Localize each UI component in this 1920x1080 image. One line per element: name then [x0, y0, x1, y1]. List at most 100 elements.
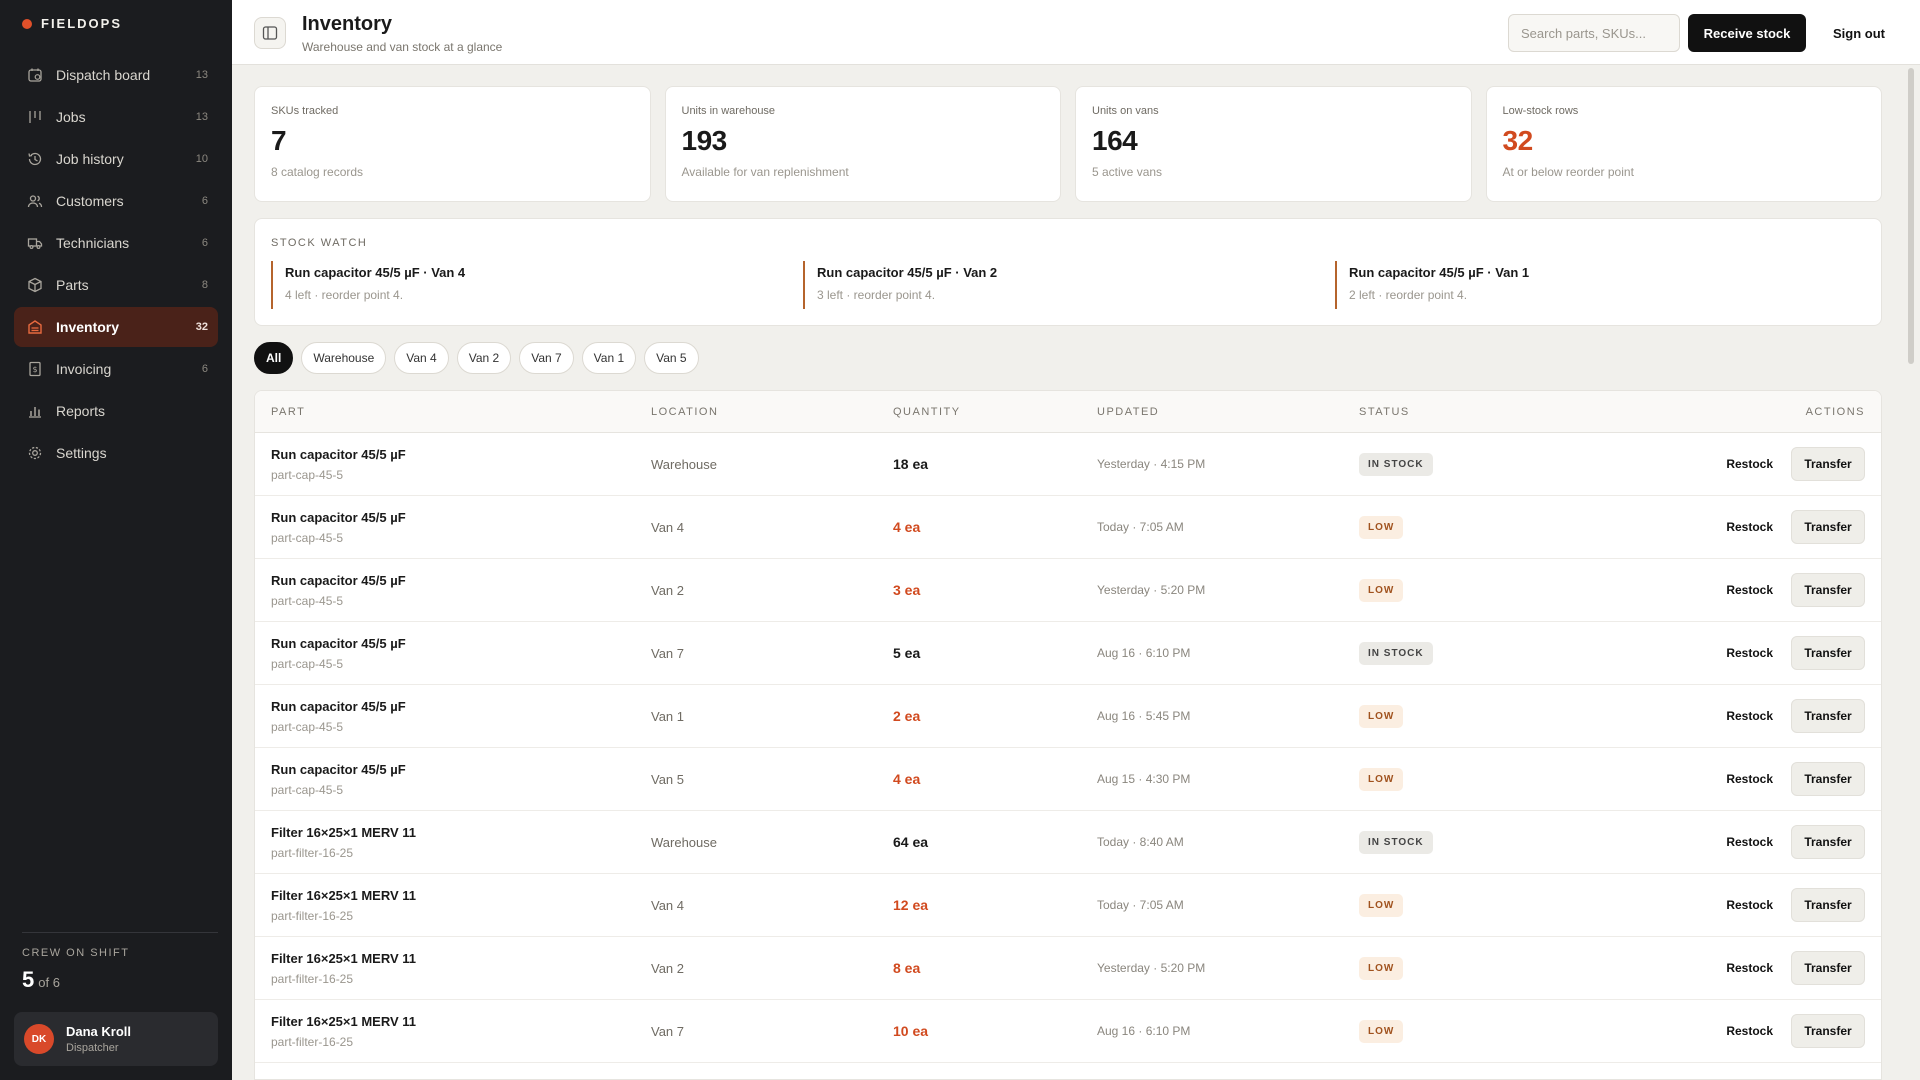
customers-icon: [26, 192, 44, 210]
search-input[interactable]: [1508, 14, 1680, 52]
transfer-button[interactable]: Transfer: [1791, 1014, 1865, 1048]
actions-cell: Restock Transfer: [1609, 510, 1881, 544]
updated-cell: Today · 8:40 AM: [1097, 835, 1184, 849]
column-header-status[interactable]: STATUS: [1359, 406, 1609, 418]
restock-button[interactable]: Restock: [1716, 447, 1783, 481]
sidebar-item-invoicing[interactable]: $ Invoicing 6: [14, 349, 218, 389]
restock-button[interactable]: Restock: [1716, 762, 1783, 796]
table-row[interactable]: Filter 16×25×1 MERV 11 part-filter-16-25 V…: [255, 937, 1881, 1000]
stock-watch-item[interactable]: Run capacitor 45/5 µF · Van 1 2 left · re…: [1335, 261, 1851, 309]
status-cell: IN STOCK: [1359, 641, 1609, 665]
table-row[interactable]: Filter 16×25×1 MERV 11 part-filter-16-25 W…: [255, 811, 1881, 874]
sidebar-toggle-button[interactable]: [254, 17, 286, 49]
sidebar-item-jobs[interactable]: Jobs 13: [14, 97, 218, 137]
stock-watch-item-note: 3 left · reorder point 4.: [817, 288, 936, 302]
filter-chip-van-4[interactable]: Van 4: [394, 342, 449, 374]
table-row[interactable]: Run capacitor 45/5 µF part-cap-45-5 Van 2 3…: [255, 559, 1881, 622]
restock-button[interactable]: Restock: [1716, 888, 1783, 922]
column-header-part[interactable]: PART: [255, 406, 651, 418]
restock-button[interactable]: Restock: [1716, 636, 1783, 670]
sidebar-item-customers[interactable]: Customers 6: [14, 181, 218, 221]
transfer-button[interactable]: Transfer: [1791, 510, 1865, 544]
part-sku: part-filter-16-25: [271, 845, 354, 860]
restock-button[interactable]: Restock: [1716, 951, 1783, 985]
stock-watch-item[interactable]: Run capacitor 45/5 µF · Van 4 4 left · re…: [271, 261, 787, 309]
location-cell: Warehouse: [651, 456, 717, 472]
table-row[interactable]: Run capacitor 45/5 µF part-cap-45-5 Wareho…: [255, 433, 1881, 496]
status-cell: LOW: [1359, 578, 1609, 602]
filter-chip-warehouse[interactable]: Warehouse: [301, 342, 387, 374]
updated-cell: Today · 7:05 AM: [1097, 520, 1184, 534]
transfer-button[interactable]: Transfer: [1791, 447, 1865, 481]
part-name: Run capacitor 45/5 µF: [271, 761, 406, 777]
restock-button[interactable]: Restock: [1716, 699, 1783, 733]
gear-icon: [26, 444, 44, 462]
column-header-updated[interactable]: UPDATED: [1097, 406, 1359, 418]
part-cell: Run capacitor 45/5 µF part-cap-45-5: [255, 762, 651, 797]
part-name: Filter 16×25×1 MERV 11: [271, 1013, 417, 1029]
sidebar-item-label: Invoicing: [56, 361, 112, 377]
status-cell: IN STOCK: [1359, 452, 1609, 476]
receive-stock-button[interactable]: Receive stock: [1688, 14, 1806, 52]
svg-text:$: $: [32, 365, 37, 374]
sidebar-item-technicians[interactable]: Technicians 6: [14, 223, 218, 263]
transfer-button[interactable]: Transfer: [1791, 699, 1865, 733]
transfer-button[interactable]: Transfer: [1791, 888, 1865, 922]
sidebar-item-job-history[interactable]: Job history 10: [14, 139, 218, 179]
sidebar-item-settings[interactable]: Settings: [14, 433, 218, 473]
column-header-location[interactable]: LOCATION: [651, 406, 893, 418]
quantity-cell: 12 ea: [893, 897, 929, 913]
actions-cell: Restock Transfer: [1609, 825, 1881, 859]
sidebar-item-inventory[interactable]: Inventory 32: [14, 307, 218, 347]
status-badge: IN STOCK: [1359, 830, 1433, 854]
brand-logo[interactable]: FIELDOPS: [22, 16, 122, 31]
sidebar-item-parts[interactable]: Parts 8: [14, 265, 218, 305]
table-row[interactable]: Run capacitor 45/5 µF part-cap-45-5 Van 1 2…: [255, 685, 1881, 748]
filter-chip-van-7[interactable]: Van 7: [519, 342, 574, 374]
restock-button[interactable]: Restock: [1716, 573, 1783, 607]
brand-dot-icon: [22, 18, 32, 29]
restock-button[interactable]: Restock: [1716, 1014, 1783, 1048]
filter-chip-van-2[interactable]: Van 2: [456, 342, 512, 374]
table-row[interactable]: Run capacitor 45/5 µF part-cap-45-5 Van 7 5…: [255, 622, 1881, 685]
sidebar-item-dispatch-board[interactable]: Dispatch board 13: [14, 55, 218, 95]
location-cell: Van 2: [651, 582, 685, 598]
transfer-button[interactable]: Transfer: [1791, 951, 1865, 985]
history-icon: [26, 150, 44, 168]
transfer-button[interactable]: Transfer: [1791, 636, 1865, 670]
page-scrollbar[interactable]: [1908, 68, 1914, 364]
table-row[interactable]: Run capacitor 45/5 µF part-cap-45-5 Van 4 4…: [255, 496, 1881, 559]
sidebar-nav: Dispatch board 13 Jobs 13 Job history 10 Custo…: [14, 55, 218, 475]
restock-button[interactable]: Restock: [1716, 510, 1783, 544]
transfer-button[interactable]: Transfer: [1791, 825, 1865, 859]
updated-cell: Yesterday · 5:20 PM: [1097, 583, 1206, 597]
filter-chip-van-5[interactable]: Van 5: [644, 342, 699, 374]
table-row[interactable]: Filter 16×25×1 MERV 11 part-filter-16-25 V…: [255, 874, 1881, 937]
stock-watch-items: Run capacitor 45/5 µF · Van 4 4 left · re…: [271, 261, 1867, 309]
stock-watch-item[interactable]: Run capacitor 45/5 µF · Van 2 3 left · re…: [803, 261, 1319, 309]
jobs-icon: [26, 108, 44, 126]
part-sku: part-cap-45-5: [271, 782, 344, 797]
part-cell: Run capacitor 45/5 µF part-cap-45-5: [255, 636, 651, 671]
user-card[interactable]: DK Dana Kroll Dispatcher: [14, 1012, 218, 1066]
sidebar-item-count: 6: [201, 363, 208, 375]
part-cell: Filter 16×25×1 MERV 11 part-filter-16-25: [255, 888, 651, 923]
stock-watch-title: STOCK WATCH: [271, 237, 368, 249]
table-row[interactable]: Filter 16×25×1 MERV 11 part-filter-16-25 V…: [255, 1000, 1881, 1063]
sign-out-button[interactable]: Sign out: [1820, 14, 1898, 52]
user-role: Dispatcher: [66, 1042, 119, 1054]
filter-chip-van-1[interactable]: Van 1: [581, 342, 637, 374]
box-icon: [26, 276, 44, 294]
table-row[interactable]: Run capacitor 45/5 µF part-cap-45-5 Van 5 4…: [255, 748, 1881, 811]
filter-chip-all[interactable]: All: [254, 342, 294, 374]
sidebar-item-reports[interactable]: Reports: [14, 391, 218, 431]
restock-button[interactable]: Restock: [1716, 825, 1783, 859]
status-badge: LOW: [1359, 515, 1404, 539]
page-subtitle: Warehouse and van stock at a glance: [302, 40, 503, 54]
transfer-button[interactable]: Transfer: [1791, 573, 1865, 607]
stat-label: Low-stock rows: [1502, 105, 1579, 117]
transfer-button[interactable]: Transfer: [1791, 762, 1865, 796]
stat-card-skus-tracked: SKUs tracked 7 8 catalog records: [254, 86, 651, 202]
part-name: Run capacitor 45/5 µF: [271, 635, 406, 651]
column-header-quantity[interactable]: QUANTITY: [893, 406, 1097, 418]
